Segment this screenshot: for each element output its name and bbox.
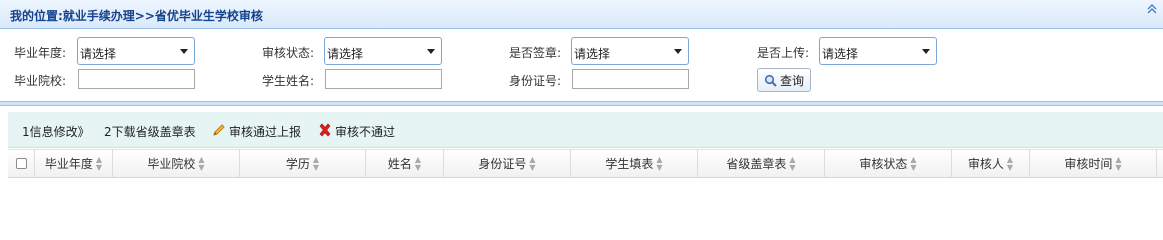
col-header[interactable]: 审核人 ▲ ▼ xyxy=(952,150,1030,177)
chevron-down-icon xyxy=(180,49,188,54)
select-all-cell xyxy=(8,150,35,177)
col-header[interactable]: 审核状态 ▲ ▼ xyxy=(825,150,952,177)
edit-info-label: 1信息修改》 xyxy=(22,125,90,139)
col-header-label: 毕业年度 xyxy=(44,157,93,171)
col-header-label: 审核人 xyxy=(967,157,1004,171)
sort-icon: ▲ ▼ xyxy=(312,154,320,172)
sort-icon: ▲ ▼ xyxy=(910,154,917,172)
sort-icon: ▲ ▼ xyxy=(198,154,205,172)
signed-select[interactable]: 请选择 xyxy=(571,37,689,65)
chevron-down-icon xyxy=(427,49,435,54)
col-header[interactable]: 毕业年度 ▲ ▼ xyxy=(35,150,113,177)
audit-status-value: 请选择 xyxy=(327,47,364,61)
sort-icon: ▲ ▼ xyxy=(656,154,663,172)
search-button-label: 查询 xyxy=(779,73,804,88)
audit-status-label: 审核状态: xyxy=(262,46,315,60)
col-header-label: 省级盖章表 xyxy=(726,157,787,171)
section-divider xyxy=(0,101,1163,106)
sort-icon: ▲ ▼ xyxy=(529,154,536,172)
red-x-icon xyxy=(318,123,332,140)
signed-label: 是否签章: xyxy=(509,46,562,60)
uploaded-value: 请选择 xyxy=(822,47,859,61)
search-button[interactable]: 查询 xyxy=(757,68,811,92)
id-number-input[interactable] xyxy=(572,69,689,89)
col-header-label: 审核时间 xyxy=(1064,157,1113,171)
col-header[interactable]: 姓名 ▲ ▼ xyxy=(366,150,444,177)
collapse-icon[interactable] xyxy=(1145,4,1159,18)
breadcrumb: 我的位置:就业手续办理>>省优毕业生学校审核 xyxy=(10,9,263,23)
school-input[interactable] xyxy=(78,69,195,89)
school-label: 毕业院校: xyxy=(14,74,67,88)
signed-value: 请选择 xyxy=(574,47,611,61)
reject-button[interactable]: 审核不通过 xyxy=(318,123,395,140)
col-header[interactable]: 审核时间 ▲ ▼ xyxy=(1030,150,1157,177)
sort-icon: ▲ ▼ xyxy=(414,154,422,172)
page-header: 我的位置:就业手续办理>>省优毕业生学校审核 xyxy=(0,0,1163,29)
id-number-label: 身份证号: xyxy=(509,74,562,88)
approve-button[interactable]: 审核通过上报 xyxy=(212,123,301,140)
col-header-label: 姓名 xyxy=(387,157,412,171)
col-header-label: 审核状态 xyxy=(859,157,908,171)
uploaded-label: 是否上传: xyxy=(757,46,810,60)
reject-label: 审核不通过 xyxy=(335,125,396,139)
audit-status-select[interactable]: 请选择 xyxy=(324,37,442,65)
col-header[interactable]: 学历 ▲ ▼ xyxy=(240,150,366,177)
sort-icon: ▲ ▼ xyxy=(789,154,796,172)
col-header-label: 学历 xyxy=(285,157,310,171)
pencil-icon xyxy=(212,123,226,140)
download-stamp-label: 2下载省级盖章表 xyxy=(104,125,196,139)
grid-header: 毕业年度 ▲ ▼ 毕业院校 ▲ ▼ 学历 ▲ ▼ 姓名 ▲ ▼ 身份证号 ▲ ▼ 学生填表 ▲ ▼ 省级… xyxy=(8,149,1163,178)
grad-year-select[interactable]: 请选择 xyxy=(77,37,195,65)
grad-year-label: 毕业年度: xyxy=(14,46,67,60)
student-name-input[interactable] xyxy=(325,69,442,89)
select-all-checkbox[interactable] xyxy=(15,158,27,169)
col-header[interactable]: 毕业院校 ▲ ▼ xyxy=(113,150,240,177)
grad-year-value: 请选择 xyxy=(80,47,117,61)
chevron-down-icon xyxy=(922,49,930,54)
sort-icon: ▲ ▼ xyxy=(1115,154,1122,172)
grid-toolbar: 1信息修改》 2下载省级盖章表 审核通过上报 审核不通过 xyxy=(8,112,1163,148)
col-header[interactable]: 学生填表 ▲ ▼ xyxy=(571,150,698,177)
grid-body xyxy=(8,178,1163,240)
edit-info-button[interactable]: 1信息修改》 xyxy=(22,123,90,140)
download-stamp-button[interactable]: 2下载省级盖章表 xyxy=(104,123,196,140)
sort-icon: ▲ ▼ xyxy=(1006,154,1014,172)
col-header[interactable]: 身份证号 ▲ ▼ xyxy=(444,150,571,177)
col-header[interactable]: 省级盖章表 ▲ ▼ xyxy=(698,150,825,177)
col-header-label: 毕业院校 xyxy=(147,157,196,171)
chevron-down-icon xyxy=(674,49,682,54)
sort-icon: ▲ ▼ xyxy=(95,154,103,172)
col-header-label: 身份证号 xyxy=(478,157,527,171)
student-name-label: 学生姓名: xyxy=(262,74,315,88)
col-header-label: 学生填表 xyxy=(605,157,654,171)
search-icon xyxy=(764,74,777,87)
uploaded-select[interactable]: 请选择 xyxy=(819,37,937,65)
approve-label: 审核通过上报 xyxy=(229,125,302,139)
